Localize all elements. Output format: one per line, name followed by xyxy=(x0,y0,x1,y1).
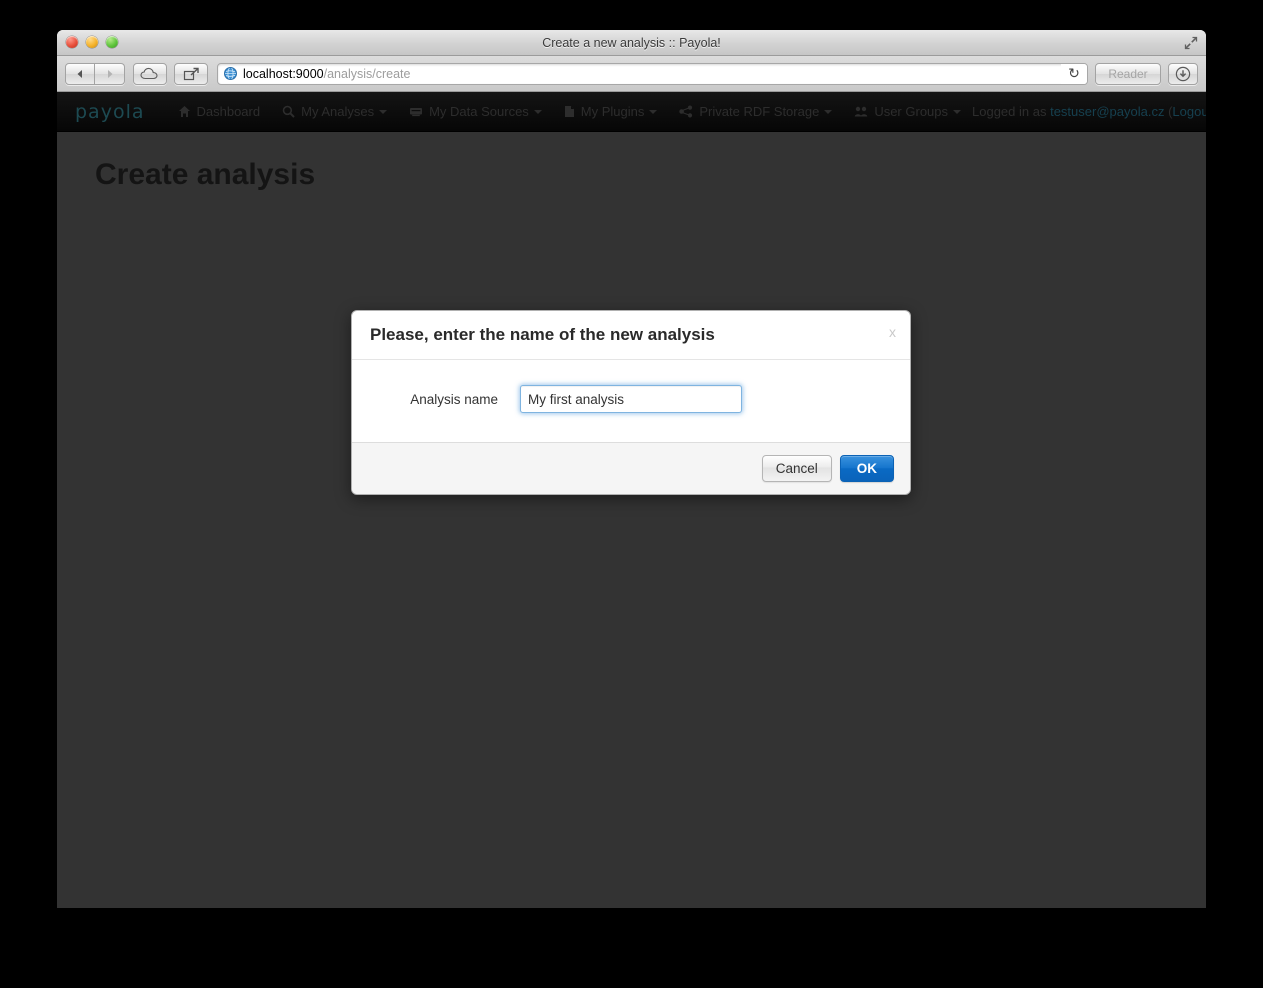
nav-item-dashboard[interactable]: Dashboard xyxy=(167,92,272,132)
cancel-button[interactable]: Cancel xyxy=(761,455,832,482)
downloads-icon[interactable] xyxy=(1168,62,1198,85)
nav-label: My Analyses xyxy=(301,104,375,119)
logged-in-status: Logged in as testuser@payola.cz (Logout) xyxy=(972,104,1206,119)
nav-label: My Plugins xyxy=(580,104,645,119)
modal-body: Analysis name xyxy=(352,360,910,442)
create-analysis-modal: Please, enter the name of the new analys… xyxy=(351,310,911,495)
analysis-name-label: Analysis name xyxy=(410,391,498,407)
analysis-name-input[interactable] xyxy=(520,385,742,413)
browser-window: Create a new analysis :: Payola! localho… xyxy=(57,30,1206,908)
icloud-icon[interactable] xyxy=(133,62,167,85)
search-icon xyxy=(282,105,295,118)
maximize-button[interactable] xyxy=(106,36,118,48)
desktop-background: Create a new analysis :: Payola! localho… xyxy=(0,0,1263,988)
chevron-down-icon xyxy=(824,109,833,114)
users-icon xyxy=(854,105,868,118)
share-icon[interactable] xyxy=(174,62,208,85)
home-icon xyxy=(178,105,191,118)
chevron-down-icon xyxy=(379,109,388,114)
globe-icon xyxy=(224,67,237,80)
back-arrow-icon[interactable] xyxy=(65,62,95,85)
logout-link[interactable]: Logout xyxy=(1172,104,1206,119)
close-button[interactable] xyxy=(66,36,78,48)
modal-footer: Cancel OK xyxy=(352,442,910,494)
window-title: Create a new analysis :: Payola! xyxy=(542,36,721,50)
nav-item-user-groups[interactable]: User Groups xyxy=(843,92,972,132)
reload-icon[interactable]: ↻ xyxy=(1061,63,1087,84)
logged-in-prefix: Logged in as xyxy=(972,104,1051,119)
share-nodes-icon xyxy=(679,105,693,118)
close-icon[interactable]: x xyxy=(889,325,896,339)
modal-header: Please, enter the name of the new analys… xyxy=(352,311,910,360)
page-title: Create analysis xyxy=(95,158,316,191)
modal-title: Please, enter the name of the new analys… xyxy=(370,325,715,344)
nav-label: My Data Sources xyxy=(429,104,529,119)
nav-label: Private RDF Storage xyxy=(699,104,820,119)
chevron-down-icon xyxy=(953,109,962,114)
nav-label: Dashboard xyxy=(196,104,261,119)
chevron-down-icon xyxy=(533,109,542,114)
browser-toolbar: localhost:9000/analysis/create ↻ Reader xyxy=(57,56,1206,92)
reader-button[interactable]: Reader xyxy=(1095,62,1161,85)
browser-title-bar: Create a new analysis :: Payola! xyxy=(57,30,1206,56)
minimize-button[interactable] xyxy=(86,36,98,48)
database-icon xyxy=(409,105,423,118)
user-email-link[interactable]: testuser@payola.cz xyxy=(1050,104,1164,119)
url-text: localhost:9000/analysis/create xyxy=(243,67,410,81)
url-host: localhost:9000 xyxy=(243,66,324,81)
nav-item-my-analyses[interactable]: My Analyses xyxy=(271,92,398,132)
nav-item-my-plugins[interactable]: My Plugins xyxy=(553,92,669,132)
ok-button[interactable]: OK xyxy=(839,455,894,482)
chevron-down-icon xyxy=(649,109,658,114)
site-navbar: payola Dashboard My Analyses My Data Sou… xyxy=(57,92,1206,132)
fullscreen-icon[interactable] xyxy=(1182,34,1200,52)
file-icon xyxy=(564,105,575,118)
nav-item-my-data-sources[interactable]: My Data Sources xyxy=(398,92,553,132)
nav-label: User Groups xyxy=(874,104,949,119)
url-bar[interactable]: localhost:9000/analysis/create ↻ xyxy=(217,62,1088,85)
forward-arrow-icon[interactable] xyxy=(95,62,125,85)
page-content: payola Dashboard My Analyses My Data Sou… xyxy=(57,92,1206,908)
navigation-buttons xyxy=(65,62,125,85)
url-path: /analysis/create xyxy=(323,66,411,81)
window-controls xyxy=(66,36,118,48)
nav-item-private-rdf-storage[interactable]: Private RDF Storage xyxy=(668,92,843,132)
brand-logo[interactable]: payola xyxy=(75,101,145,123)
